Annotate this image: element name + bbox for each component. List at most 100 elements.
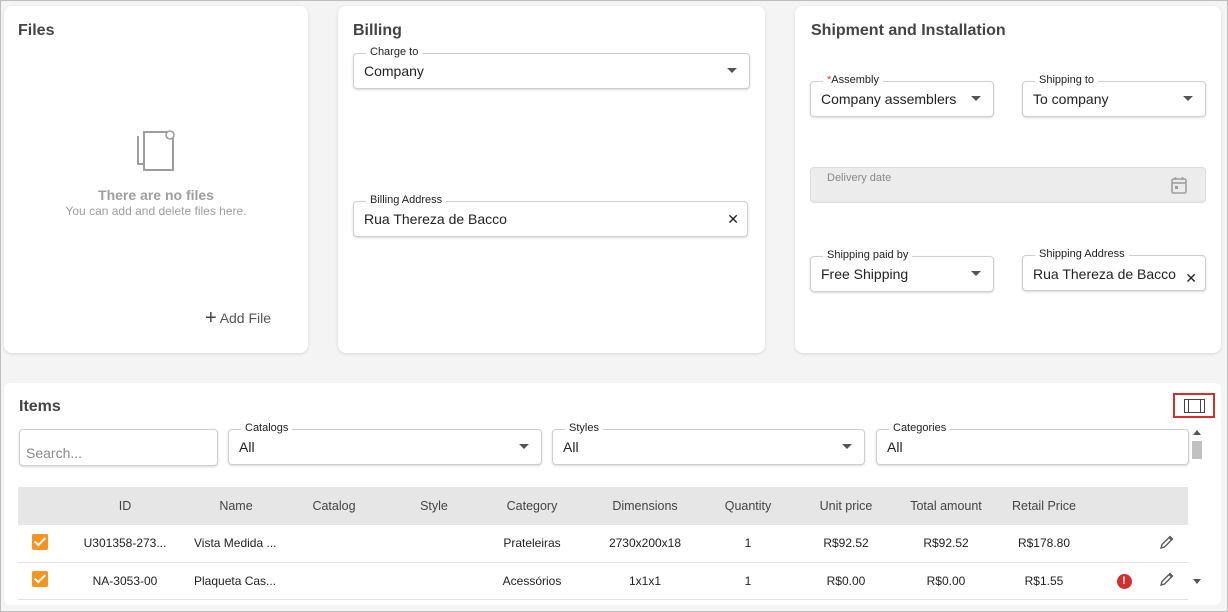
assembly-select[interactable]: *Assembly Company assemblers [810,73,994,117]
table-row[interactable]: U301358-273... Vista Medida ... Pratelei… [18,525,1188,563]
catalogs-value: All [239,439,255,455]
styles-select[interactable]: Styles All [552,421,865,465]
cell-catalog [284,562,384,600]
add-file-label: Add File [219,310,272,326]
cell-catalog [284,525,384,563]
cell-name: Vista Medida ... [188,525,284,563]
caret-down-icon [519,444,529,449]
delivery-date-label: Delivery date [827,172,892,184]
files-title: Files [18,22,55,39]
header-name[interactable]: Name [188,487,284,525]
cell-status: ! [1102,562,1146,600]
shipping-address-field[interactable]: Shipping Address Rua Thereza de Bacco ✕ [1022,247,1206,291]
error-icon[interactable]: ! [1116,573,1132,589]
items-title: Items [19,398,61,415]
header-retail-price[interactable]: Retail Price [986,487,1102,525]
cell-status [1102,525,1146,563]
edit-pencil-icon[interactable] [1159,572,1175,590]
header-unit-price[interactable]: Unit price [786,487,906,525]
cell-category: Acessórios [484,562,580,600]
header-quantity[interactable]: Quantity [710,487,786,525]
shipment-title: Shipment and Installation [811,22,1006,39]
billing-title: Billing [353,22,402,39]
assembly-label: Assembly [831,74,879,86]
table-row[interactable]: NA-3053-00 Plaqueta Cas... Acessórios 1x… [18,562,1188,600]
cell-retail-price: R$178.80 [986,525,1102,563]
items-table: ID Name Catalog Style Category Dimension… [18,487,1188,600]
cell-id: U301358-273... [62,525,188,563]
clear-icon[interactable]: ✕ [1185,271,1197,285]
scroll-thumb[interactable] [1192,441,1202,459]
header-category[interactable]: Category [484,487,580,525]
catalogs-select[interactable]: Catalogs All [228,421,542,465]
cell-style [384,562,484,600]
charge-to-label: Charge to [366,45,423,59]
shipping-paid-by-label: Shipping paid by [823,248,913,262]
cell-quantity: 1 [710,562,786,600]
catalogs-label: Catalogs [241,421,293,435]
header-select [18,487,62,525]
clear-icon[interactable]: ✕ [727,212,739,226]
search-placeholder: Search... [26,445,83,461]
delivery-date-field: Delivery date [810,167,1206,203]
billing-card: Billing Charge to Company Billing Addres… [338,6,765,353]
cell-unit-price: R$92.52 [786,525,906,563]
shipping-address-value: Rua Thereza de Bacco [1033,266,1176,282]
caret-down-icon [971,96,981,101]
table-header-row: ID Name Catalog Style Category Dimension… [18,487,1188,525]
files-empty-title: There are no files [98,187,214,203]
cell-style [384,525,484,563]
columns-toggle-button[interactable] [1173,393,1215,418]
charge-to-value: Company [364,63,424,79]
files-card: Files There are no files You can add and… [4,6,308,353]
header-style[interactable]: Style [384,487,484,525]
scroll-up-arrow[interactable] [1193,430,1201,435]
cell-id: NA-3053-00 [62,562,188,600]
cell-total-amount: R$92.52 [906,525,986,563]
cell-unit-price: R$0.00 [786,562,906,600]
cell-actions [1146,562,1188,600]
search-input[interactable]: Search... [19,429,218,466]
styles-label: Styles [565,421,603,435]
cell-dimensions: 2730x200x18 [580,525,710,563]
cell-actions [1146,525,1188,563]
calendar-icon [1171,176,1187,199]
header-total-amount[interactable]: Total amount [906,487,986,525]
cell-total-amount: R$0.00 [906,562,986,600]
columns-icon [1184,399,1205,413]
scroll-down-arrow[interactable] [1193,579,1201,584]
caret-down-icon [842,444,852,449]
table-scrollbar[interactable] [1190,426,1204,588]
charge-to-select[interactable]: Charge to Company [353,45,750,89]
row-checkbox[interactable] [32,571,48,587]
assembly-value: Company assemblers [821,91,957,107]
billing-address-field[interactable]: Billing Address Rua Thereza de Bacco ✕ [353,193,748,237]
row-checkbox[interactable] [32,533,48,550]
shipment-card: Shipment and Installation *Assembly Comp… [795,6,1221,353]
header-catalog[interactable]: Catalog [284,487,384,525]
shipping-paid-by-select[interactable]: Shipping paid by Free Shipping [810,248,994,292]
files-empty-subtitle: You can add and delete files here. [65,204,247,218]
categories-value: All [887,439,903,455]
styles-value: All [563,439,579,455]
shipping-address-label: Shipping Address [1035,247,1129,261]
cell-quantity: 1 [710,525,786,563]
plus-icon: + [205,307,217,329]
header-id[interactable]: ID [62,487,188,525]
billing-address-value: Rua Thereza de Bacco [364,211,507,227]
header-actions [1146,487,1188,525]
shipping-to-select[interactable]: Shipping to To company [1022,73,1206,117]
caret-down-icon [1183,96,1193,101]
cell-dimensions: 1x1x1 [580,562,710,600]
header-status [1102,487,1146,525]
shipping-to-label: Shipping to [1035,73,1099,87]
caret-down-icon [971,271,981,276]
header-dimensions[interactable]: Dimensions [580,487,710,525]
billing-address-label: Billing Address [366,193,447,207]
file-icon [135,130,177,177]
cell-retail-price: R$1.55 [986,562,1102,600]
add-file-button[interactable]: + Add File [205,307,272,329]
shipping-paid-by-value: Free Shipping [821,266,909,282]
edit-pencil-icon[interactable] [1159,535,1175,553]
categories-select[interactable]: Categories All [876,421,1189,465]
